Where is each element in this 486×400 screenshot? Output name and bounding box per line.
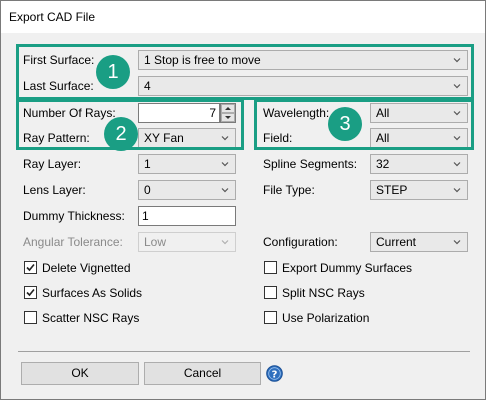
callout-badge-1: 1 [96,55,130,89]
chevron-down-icon [453,162,461,167]
file-type-value: STEP [376,183,408,197]
delete-vignetted-label: Delete Vignetted [42,261,131,275]
surfaces-as-solids-label: Surfaces As Solids [42,286,143,300]
angular-tolerance-value: Low [144,235,167,249]
configuration-dropdown[interactable]: Current [370,232,468,252]
dummy-thickness-value: 1 [142,209,149,223]
checkbox-box [264,311,277,324]
use-polarization-checkbox[interactable]: Use Polarization [264,309,404,327]
chevron-down-icon [453,188,461,193]
checkmark-icon [26,288,35,297]
lens-layer-value: 0 [144,183,151,197]
file-type-dropdown[interactable]: STEP [370,180,468,200]
checkbox-box [24,261,37,274]
chevron-down-icon [453,240,461,245]
callout-frame-3 [254,99,474,150]
window-title: Export CAD File [9,10,96,24]
angular-tolerance-dropdown[interactable]: Low [138,232,236,252]
checkmark-icon [26,263,35,272]
configuration-value: Current [376,235,417,249]
lens-layer-dropdown[interactable]: 0 [138,180,236,200]
ray-layer-value: 1 [144,157,151,171]
callout-frame-1 [16,44,474,100]
split-nsc-rays-label: Split NSC Rays [282,286,365,300]
export-cad-dialog: Export CAD File First Surface: 1 Stop is… [0,0,486,400]
checkbox-box [24,286,37,299]
ray-layer-dropdown[interactable]: 1 [138,154,236,174]
use-polarization-label: Use Polarization [282,311,370,325]
spline-segments-dropdown[interactable]: 32 [370,154,468,174]
delete-vignetted-checkbox[interactable]: Delete Vignetted [24,259,164,277]
title-bar: Export CAD File [1,1,485,33]
lens-layer-label: Lens Layer: [23,183,86,197]
configuration-label: Configuration: [263,235,338,249]
chevron-down-icon [221,162,229,167]
callout-badge-2: 2 [104,117,138,151]
callout-badge-3: 3 [328,107,362,141]
ok-button[interactable]: OK [21,362,139,385]
scatter-nsc-rays-checkbox[interactable]: Scatter NSC Rays [24,309,164,327]
checkbox-box [264,261,277,274]
spline-segments-label: Spline Segments: [263,157,358,171]
export-dummy-surfaces-checkbox[interactable]: Export Dummy Surfaces [264,259,424,277]
export-dummy-surfaces-label: Export Dummy Surfaces [282,261,413,275]
surfaces-as-solids-checkbox[interactable]: Surfaces As Solids [24,284,164,302]
file-type-label: File Type: [263,183,315,197]
svg-text:?: ? [272,369,278,380]
dummy-thickness-input[interactable]: 1 [138,206,236,226]
spline-segments-value: 32 [376,157,390,171]
question-circle-icon[interactable]: ? [266,365,283,382]
angular-tolerance-label: Angular Tolerance: [23,235,123,249]
split-nsc-rays-checkbox[interactable]: Split NSC Rays [264,284,404,302]
separator [18,351,470,352]
scatter-nsc-rays-label: Scatter NSC Rays [42,311,140,325]
chevron-down-icon [221,188,229,193]
chevron-down-icon [221,240,229,245]
checkbox-box [24,311,37,324]
checkbox-box [264,286,277,299]
dummy-thickness-label: Dummy Thickness: [23,209,125,223]
cancel-button[interactable]: Cancel [144,362,261,385]
ray-layer-label: Ray Layer: [23,157,82,171]
